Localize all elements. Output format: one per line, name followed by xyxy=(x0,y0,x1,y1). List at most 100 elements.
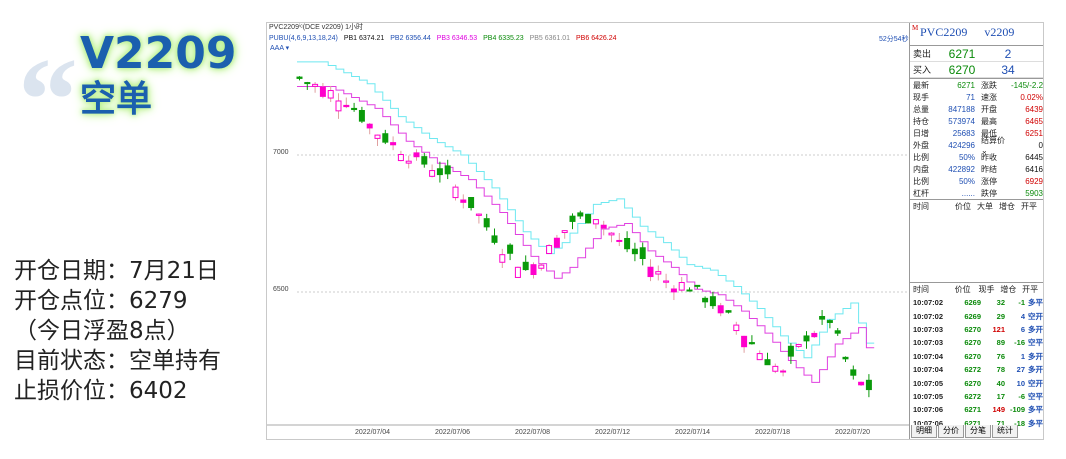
candle-body xyxy=(787,345,794,357)
contract-symbol: v2209 xyxy=(984,25,1015,39)
tick-row[interactable]: 10:07:02 6269 29 4 空开 xyxy=(910,309,1043,322)
upper-band-line xyxy=(297,61,875,359)
candle-body xyxy=(694,284,701,287)
market-flag: M xyxy=(912,24,919,32)
candle-body xyxy=(826,320,833,323)
candle-body xyxy=(709,296,716,307)
ask-row[interactable]: 卖出 6271 2 xyxy=(910,46,1043,62)
candle-body xyxy=(772,365,779,372)
y-tick-7000: 7000 xyxy=(273,149,289,156)
candle-body xyxy=(616,239,623,242)
candle-body xyxy=(725,310,732,313)
candle-body xyxy=(499,254,506,263)
candle-body xyxy=(608,232,615,236)
x-tick: 2022/07/20 xyxy=(835,429,871,436)
tab-trades[interactable]: 分笔 xyxy=(965,425,991,438)
tab-price[interactable]: 分价 xyxy=(938,425,964,438)
candle-body xyxy=(530,264,537,276)
contract-code: V2209 xyxy=(80,28,237,79)
candle-body xyxy=(304,82,311,85)
big-order-list xyxy=(910,213,1043,282)
tick-row[interactable]: 10:07:05 6270 40 10 空开 xyxy=(910,376,1043,389)
order-book: 卖出 6271 2 买入 6270 34 xyxy=(910,45,1043,78)
candle-body xyxy=(522,261,529,271)
big-order-header: 时间 价位 大单 增仓 开平 xyxy=(910,199,1043,213)
candle-body xyxy=(655,271,662,275)
candle-body xyxy=(639,247,646,260)
x-tick: 2022/07/12 xyxy=(595,429,631,436)
candle-body xyxy=(834,330,841,334)
tab-detail[interactable]: 明细 xyxy=(911,425,937,438)
candle-body xyxy=(733,324,740,332)
tick-row[interactable]: 10:07:04 6270 76 1 多开 xyxy=(910,350,1043,363)
tick-row[interactable]: 10:07:03 6270 121 6 多开 xyxy=(910,323,1043,336)
candle-body xyxy=(624,237,631,250)
candle-body xyxy=(569,215,576,222)
tick-list[interactable]: 10:07:02 6269 32 -1 多平 10:07:02 6269 29 4 空开 10:07… xyxy=(910,296,1043,430)
candle-body xyxy=(296,76,303,79)
tick-row[interactable]: 10:07:05 6272 17 -6 空平 xyxy=(910,390,1043,403)
stat-row: 内盘 422892 昨结 6416 xyxy=(913,164,1043,174)
quote-panel: M PVC2209 v2209 卖出 6271 2 买入 6270 34 最新 6… xyxy=(909,23,1044,439)
candle-body xyxy=(561,230,568,234)
candle-body xyxy=(546,245,553,255)
signal-title: V2209 空单 xyxy=(80,32,237,118)
candle-body xyxy=(429,170,436,177)
tick-row[interactable]: 10:07:02 6269 32 -1 多平 xyxy=(910,296,1043,309)
contract-name: PVC2209 xyxy=(920,25,968,39)
candle-body xyxy=(468,197,475,209)
candle-body xyxy=(850,369,857,376)
candle-body xyxy=(327,90,334,99)
tab-stats[interactable]: 统计 xyxy=(992,425,1018,438)
candle-body xyxy=(405,160,412,164)
stat-row: 杠杆...... 跌停 5903 xyxy=(913,188,1043,198)
candle-body xyxy=(491,235,498,243)
bid-row[interactable]: 买入 6270 34 xyxy=(910,62,1043,78)
candle-body xyxy=(421,156,428,165)
candle-body xyxy=(795,343,802,347)
current-status: 目前状态：空单持有 xyxy=(14,348,221,374)
x-tick: 2022/07/18 xyxy=(755,429,791,436)
countdown-label: 52分54秒 xyxy=(879,36,909,43)
candle-body xyxy=(756,353,763,361)
candle-body xyxy=(413,152,420,158)
candle-body xyxy=(351,107,358,111)
stat-row: 最新6271涨跌-145/-2.26% xyxy=(913,80,1044,90)
pb3-value: PB3 6346.53 xyxy=(436,35,478,42)
pb5-value: PB5 6361.01 xyxy=(529,35,571,42)
x-tick: 2022/07/04 xyxy=(355,429,391,436)
candle-body xyxy=(764,359,771,366)
candle-body xyxy=(670,288,677,293)
float-profit: （今日浮盈8点） xyxy=(14,318,190,344)
candle-body xyxy=(335,100,342,112)
tick-row[interactable]: 10:07:04 6272 78 27 多开 xyxy=(910,363,1043,376)
candle-body xyxy=(858,381,865,386)
candle-body xyxy=(577,212,584,217)
trading-chart-window: PVC2209ⁱᶜ(DCE v2209) 1小时 PUBU(4,6,9,13,1… xyxy=(266,22,1044,440)
candle-body xyxy=(780,370,787,373)
candle-body xyxy=(600,224,607,229)
bid-qty: 34 xyxy=(1001,62,1015,77)
indicator-legend: PUBU(4,6,9,13,18,24) PB1 6374.21 PB2 635… xyxy=(269,34,621,43)
tick-row[interactable]: 10:07:03 6270 89 -16 空平 xyxy=(910,336,1043,349)
stat-row: 总量 847188 开盘 6439 xyxy=(913,104,1043,114)
candle-body xyxy=(592,219,599,225)
candle-body xyxy=(819,316,826,320)
stat-row: 外盘 424296 结算价⌄ 0 xyxy=(913,136,1043,155)
stat-row: 比例 50% 昨收 6445 xyxy=(913,152,1043,162)
stop-loss: 止损价位：6402 xyxy=(14,378,188,404)
aaa-dropdown[interactable]: AAA ▾ xyxy=(270,44,289,52)
candle-body xyxy=(631,248,638,255)
pb1-value: PB1 6374.21 xyxy=(343,35,385,42)
position-direction: 空单 xyxy=(80,79,153,120)
candlestick-chart[interactable] xyxy=(267,23,909,439)
candle-body xyxy=(452,186,459,199)
candle-body xyxy=(748,342,755,345)
candle-body xyxy=(538,264,545,269)
candle-body xyxy=(460,199,467,203)
candle-body xyxy=(514,266,521,278)
candle-body xyxy=(397,154,404,162)
open-date: 开仓日期：7月21日 xyxy=(14,258,219,284)
tick-row[interactable]: 10:07:06 6271 149 -109 多平 xyxy=(910,403,1043,416)
open-price: 开仓点位：6279 xyxy=(14,288,188,314)
